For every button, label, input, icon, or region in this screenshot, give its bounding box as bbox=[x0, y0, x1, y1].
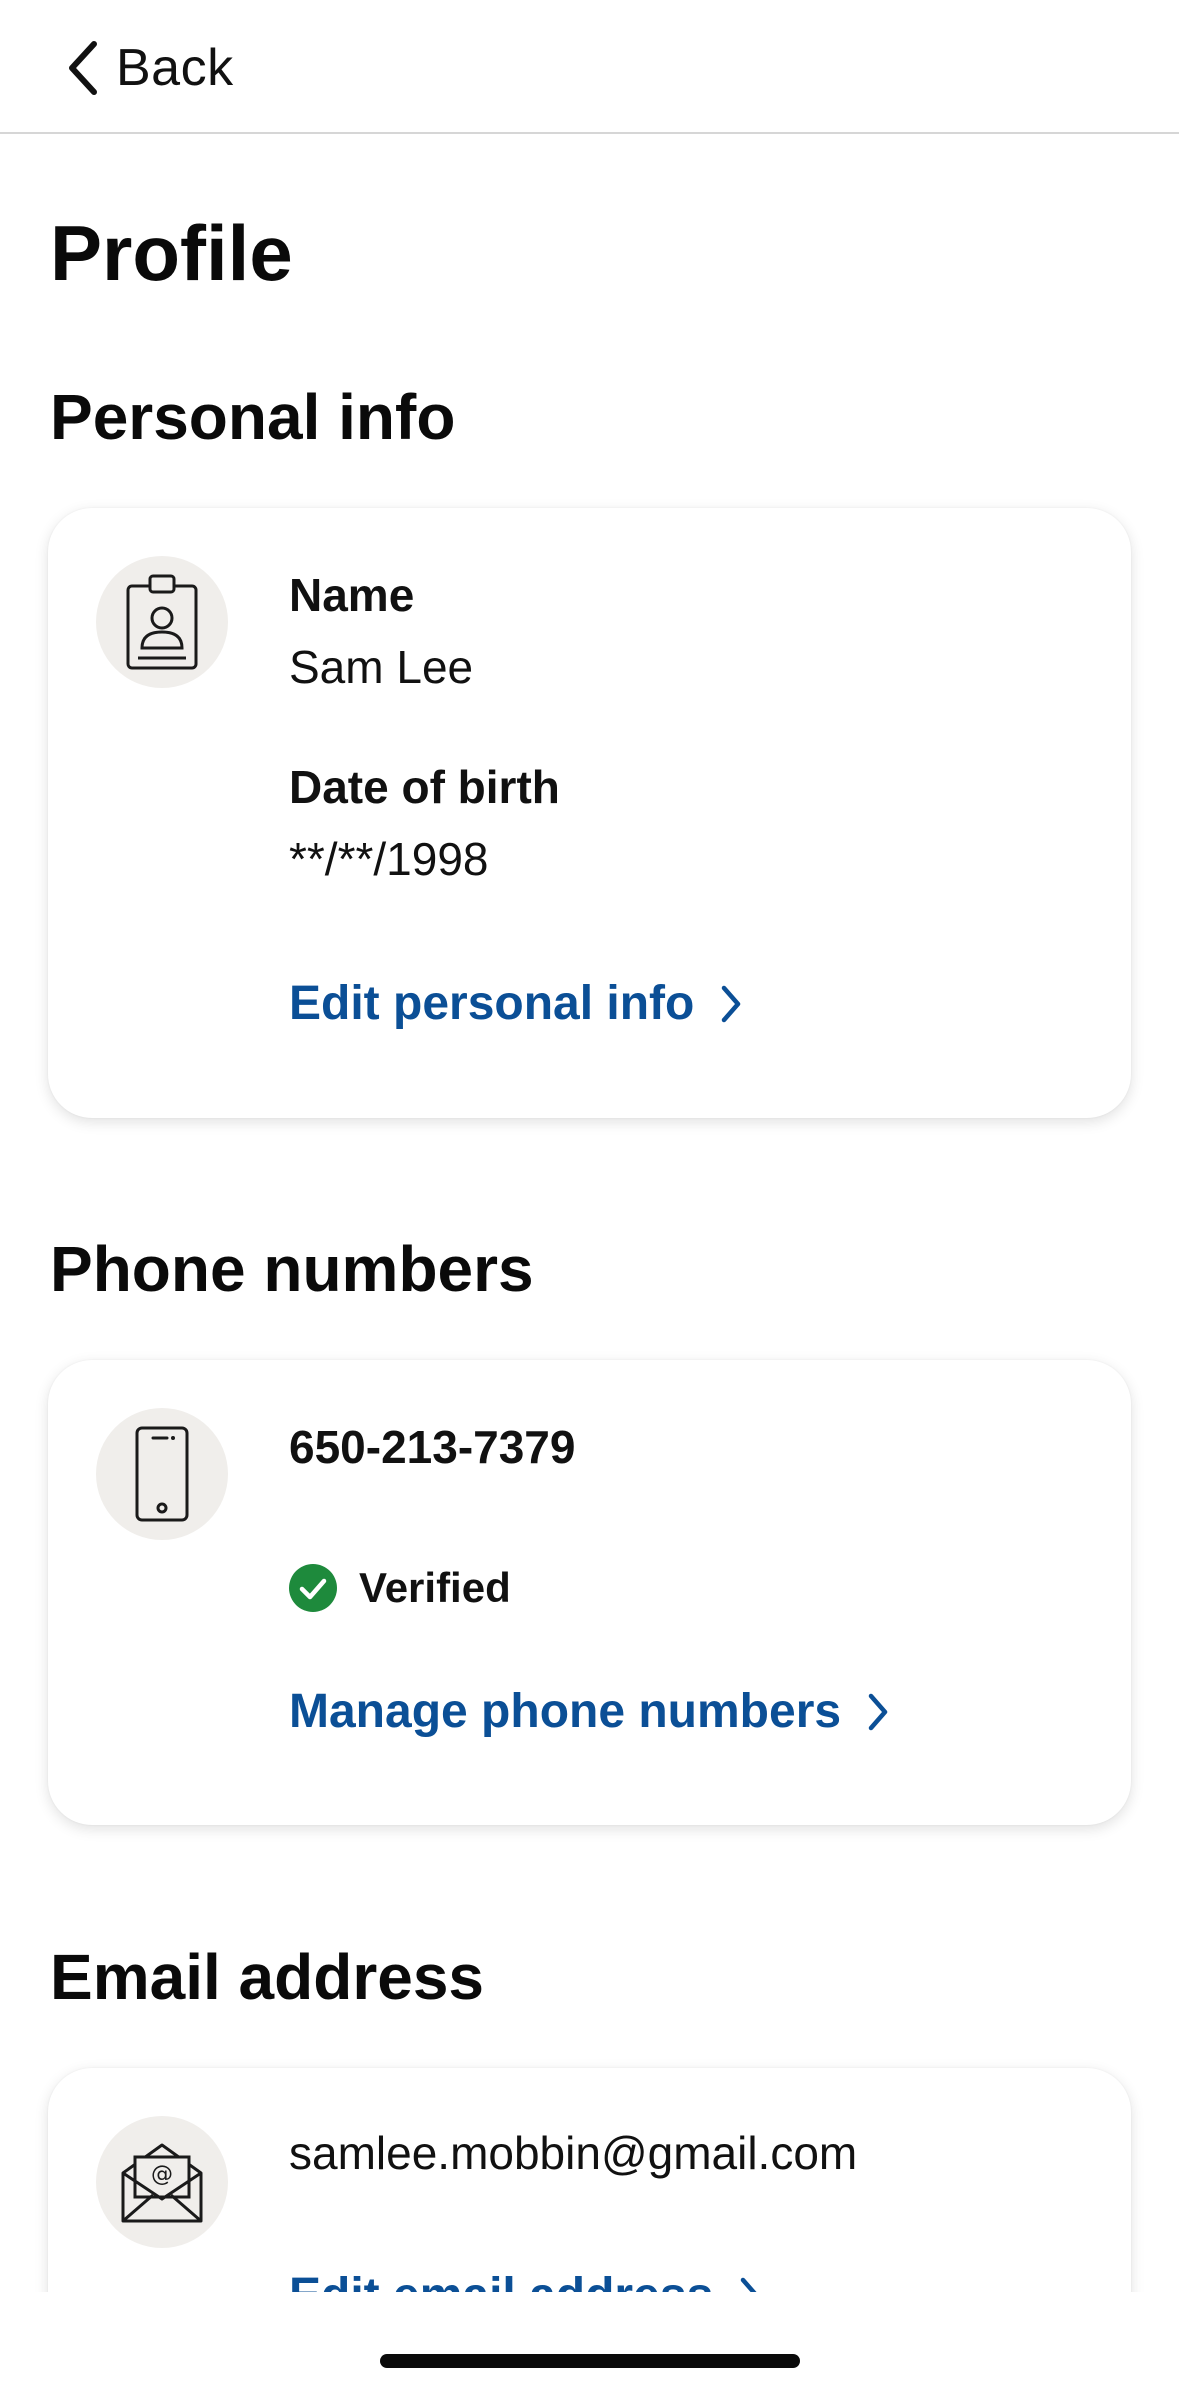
personal-info-card: Name Sam Lee Date of birth **/**/1998 Ed… bbox=[48, 508, 1131, 1118]
email-icon-circle: @ bbox=[96, 2116, 228, 2248]
top-nav-bar: Back bbox=[0, 0, 1179, 134]
verified-status: Verified bbox=[289, 1564, 511, 1612]
id-badge-icon-circle bbox=[96, 556, 228, 688]
edit-personal-info-link[interactable]: Edit personal info bbox=[289, 976, 744, 1031]
manage-phone-numbers-link[interactable]: Manage phone numbers bbox=[289, 1684, 891, 1739]
email-envelope-icon: @ bbox=[121, 2143, 203, 2223]
name-label: Name bbox=[289, 569, 415, 621]
section-title-email-address: Email address bbox=[50, 1941, 484, 2013]
verified-check-icon bbox=[289, 1564, 337, 1612]
verified-label: Verified bbox=[359, 1564, 511, 1611]
smartphone-icon-circle bbox=[96, 1408, 228, 1540]
back-label: Back bbox=[116, 39, 234, 97]
email-value: samlee.mobbin@gmail.com bbox=[289, 2127, 858, 2179]
chevron-left-icon bbox=[69, 41, 97, 95]
manage-phone-numbers-label: Manage phone numbers bbox=[289, 1685, 842, 1738]
chevron-right-icon bbox=[722, 985, 741, 1022]
back-button[interactable]: Back bbox=[62, 36, 234, 100]
svg-text:@: @ bbox=[151, 2162, 173, 2187]
section-title-personal-info: Personal info bbox=[50, 381, 456, 453]
bottom-safe-area bbox=[0, 2292, 1179, 2396]
section-title-phone-numbers: Phone numbers bbox=[50, 1233, 534, 1305]
phone-number: 650-213-7379 bbox=[289, 1421, 576, 1473]
name-value: Sam Lee bbox=[289, 641, 474, 693]
chevron-right-icon bbox=[868, 1693, 888, 1730]
dob-label: Date of birth bbox=[289, 761, 560, 813]
id-badge-icon bbox=[126, 574, 198, 670]
smartphone-icon bbox=[135, 1426, 189, 1522]
home-indicator[interactable] bbox=[380, 2354, 800, 2368]
phone-numbers-card: 650-213-7379 Verified Manage phone numbe… bbox=[48, 1360, 1131, 1825]
page-title: Profile bbox=[50, 209, 293, 297]
dob-value: **/**/1998 bbox=[289, 833, 489, 885]
edit-personal-info-label: Edit personal info bbox=[289, 977, 695, 1030]
